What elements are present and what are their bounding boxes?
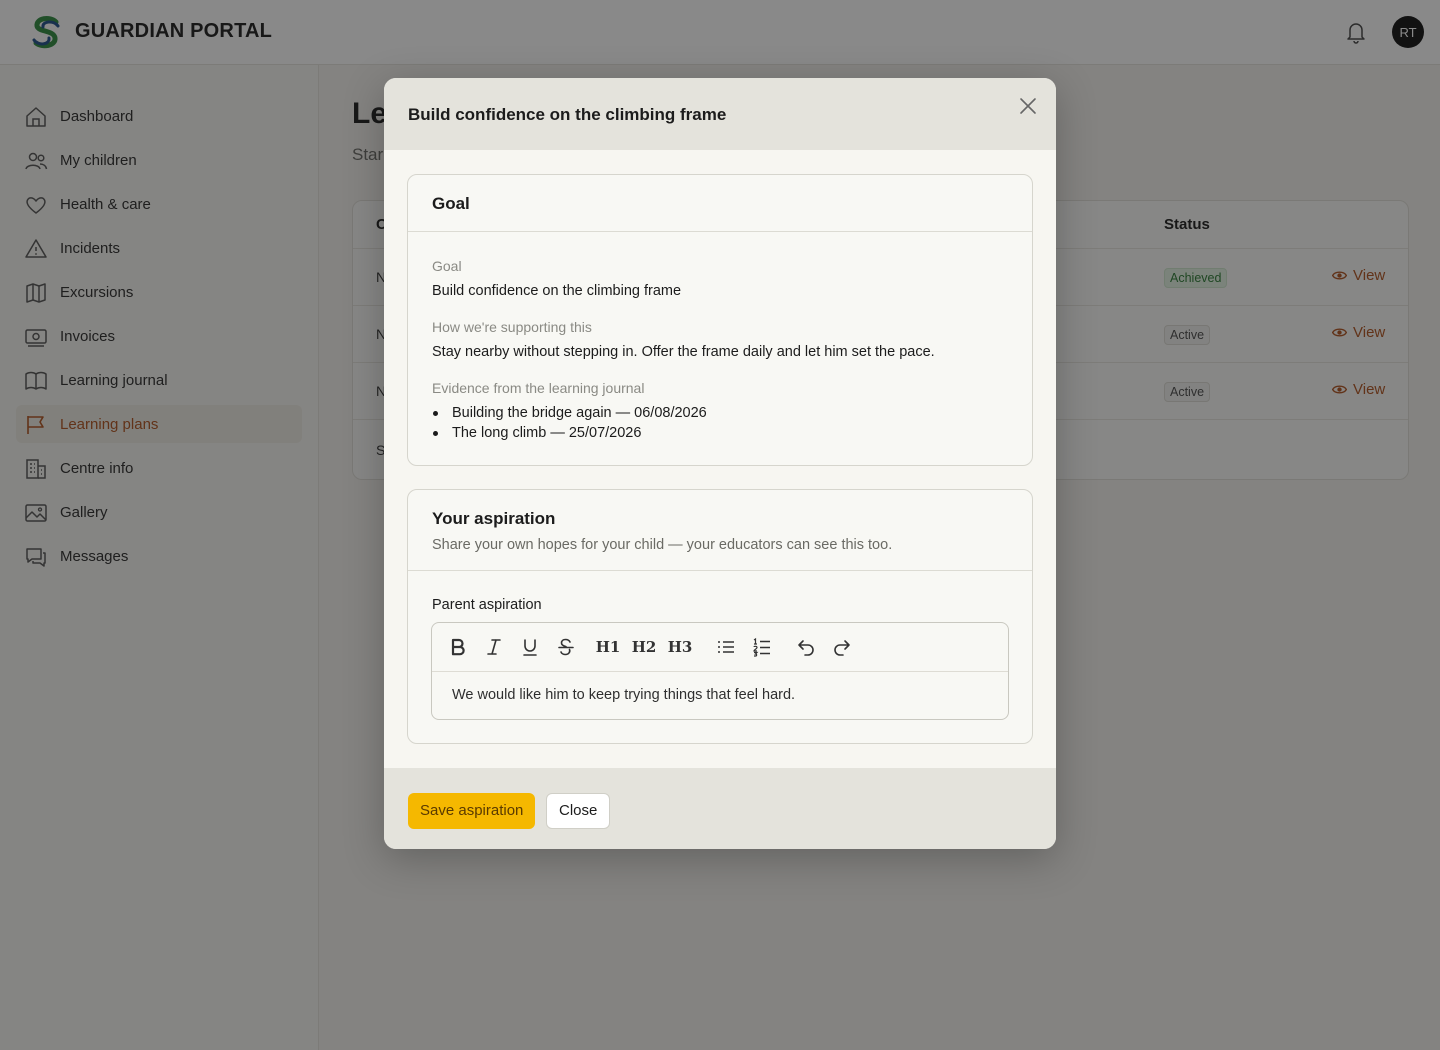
goal-field-value: Build confidence on the climbing frame xyxy=(432,283,682,299)
redo-icon xyxy=(834,640,850,656)
ordered-list-icon xyxy=(753,637,770,657)
bullet-list-button[interactable] xyxy=(714,635,738,659)
evidence-item: Building the bridge again — 06/08/2026 xyxy=(432,403,707,423)
goal-field-label: Goal xyxy=(432,258,462,274)
bold-icon xyxy=(451,638,465,656)
goal-card-header: Goal xyxy=(408,175,1032,232)
evidence-item: The long climb — 25/07/2026 xyxy=(432,423,707,443)
aspiration-card-header: Your aspiration Share your own hopes for… xyxy=(408,490,1032,571)
italic-button[interactable] xyxy=(482,635,506,659)
evidence-field-label: Evidence from the learning journal xyxy=(432,380,645,396)
aspiration-card-subtitle: Share your own hopes for your child — yo… xyxy=(432,537,893,553)
heading-1-button[interactable]: H1 xyxy=(596,635,621,659)
heading-3-button[interactable]: H3 xyxy=(668,635,693,659)
underline-icon xyxy=(523,639,537,656)
bold-button[interactable] xyxy=(446,635,470,659)
aspiration-card: Your aspiration Share your own hopes for… xyxy=(407,489,1033,744)
redo-button[interactable] xyxy=(830,635,854,659)
bullet-list-icon xyxy=(718,641,734,653)
goal-card-title: Goal xyxy=(432,194,470,213)
strikethrough-icon xyxy=(558,638,574,656)
ordered-list-button[interactable] xyxy=(750,635,774,659)
evidence-list: Building the bridge again — 06/08/2026 T… xyxy=(432,403,707,443)
strikethrough-button[interactable] xyxy=(554,635,578,659)
save-aspiration-button[interactable]: Save aspiration xyxy=(408,793,536,829)
heading-2-button[interactable]: H2 xyxy=(632,635,657,659)
aspiration-card-title: Your aspiration xyxy=(432,509,556,528)
editor-content[interactable]: We would like him to keep trying things … xyxy=(452,687,795,703)
support-field-label: How we're supporting this xyxy=(432,319,592,335)
parent-aspiration-label: Parent aspiration xyxy=(432,597,542,613)
italic-icon xyxy=(487,639,501,655)
undo-button[interactable] xyxy=(794,635,818,659)
support-field-value: Stay nearby without stepping in. Offer t… xyxy=(432,344,935,360)
editor-toolbar: H1 H2 H3 xyxy=(432,623,1008,672)
underline-button[interactable] xyxy=(518,635,542,659)
goal-card: Goal Goal Build confidence on the climbi… xyxy=(407,174,1033,466)
parent-aspiration-editor[interactable]: H1 H2 H3 We would like him to keep tryin… xyxy=(431,622,1009,720)
close-icon[interactable] xyxy=(1018,96,1038,116)
modal-title: Build confidence on the climbing frame xyxy=(408,105,727,124)
close-button[interactable]: Close xyxy=(546,793,611,829)
undo-icon xyxy=(798,640,814,656)
learning-goal-modal: Build confidence on the climbing frame G… xyxy=(384,78,1056,849)
modal-header: Build confidence on the climbing frame xyxy=(384,78,1056,150)
